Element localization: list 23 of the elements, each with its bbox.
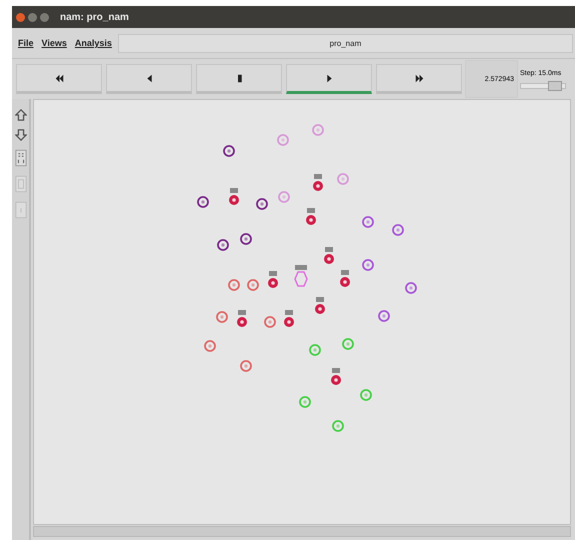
step-back-button[interactable] <box>106 64 192 94</box>
play-icon <box>324 74 334 82</box>
rewind-button[interactable] <box>16 64 102 94</box>
zoom-out-icon[interactable] <box>14 129 26 141</box>
maximize-icon[interactable] <box>40 12 49 22</box>
close-icon[interactable] <box>16 12 25 22</box>
zoom-in-icon[interactable] <box>14 109 26 121</box>
menu-item[interactable]: Analysis <box>74 38 112 48</box>
stop-button[interactable] <box>196 64 282 94</box>
play-button[interactable] <box>286 64 372 94</box>
window-title: nam: pro_nam <box>60 12 129 22</box>
slider-thumb[interactable] <box>548 80 562 90</box>
rewind-icon <box>54 74 64 82</box>
split-icon[interactable] <box>14 149 26 167</box>
menu-item[interactable]: File <box>18 38 34 48</box>
horizontal-scrollbar[interactable] <box>33 526 571 537</box>
fast-forward-icon <box>414 74 424 82</box>
menu-item[interactable]: Views <box>42 38 67 48</box>
minimize-icon[interactable] <box>28 12 37 22</box>
fast-forward-button[interactable] <box>376 64 462 94</box>
step-slider[interactable] <box>520 82 566 88</box>
file-name-field: pro_nam <box>118 34 573 52</box>
step-back-icon <box>144 74 154 82</box>
